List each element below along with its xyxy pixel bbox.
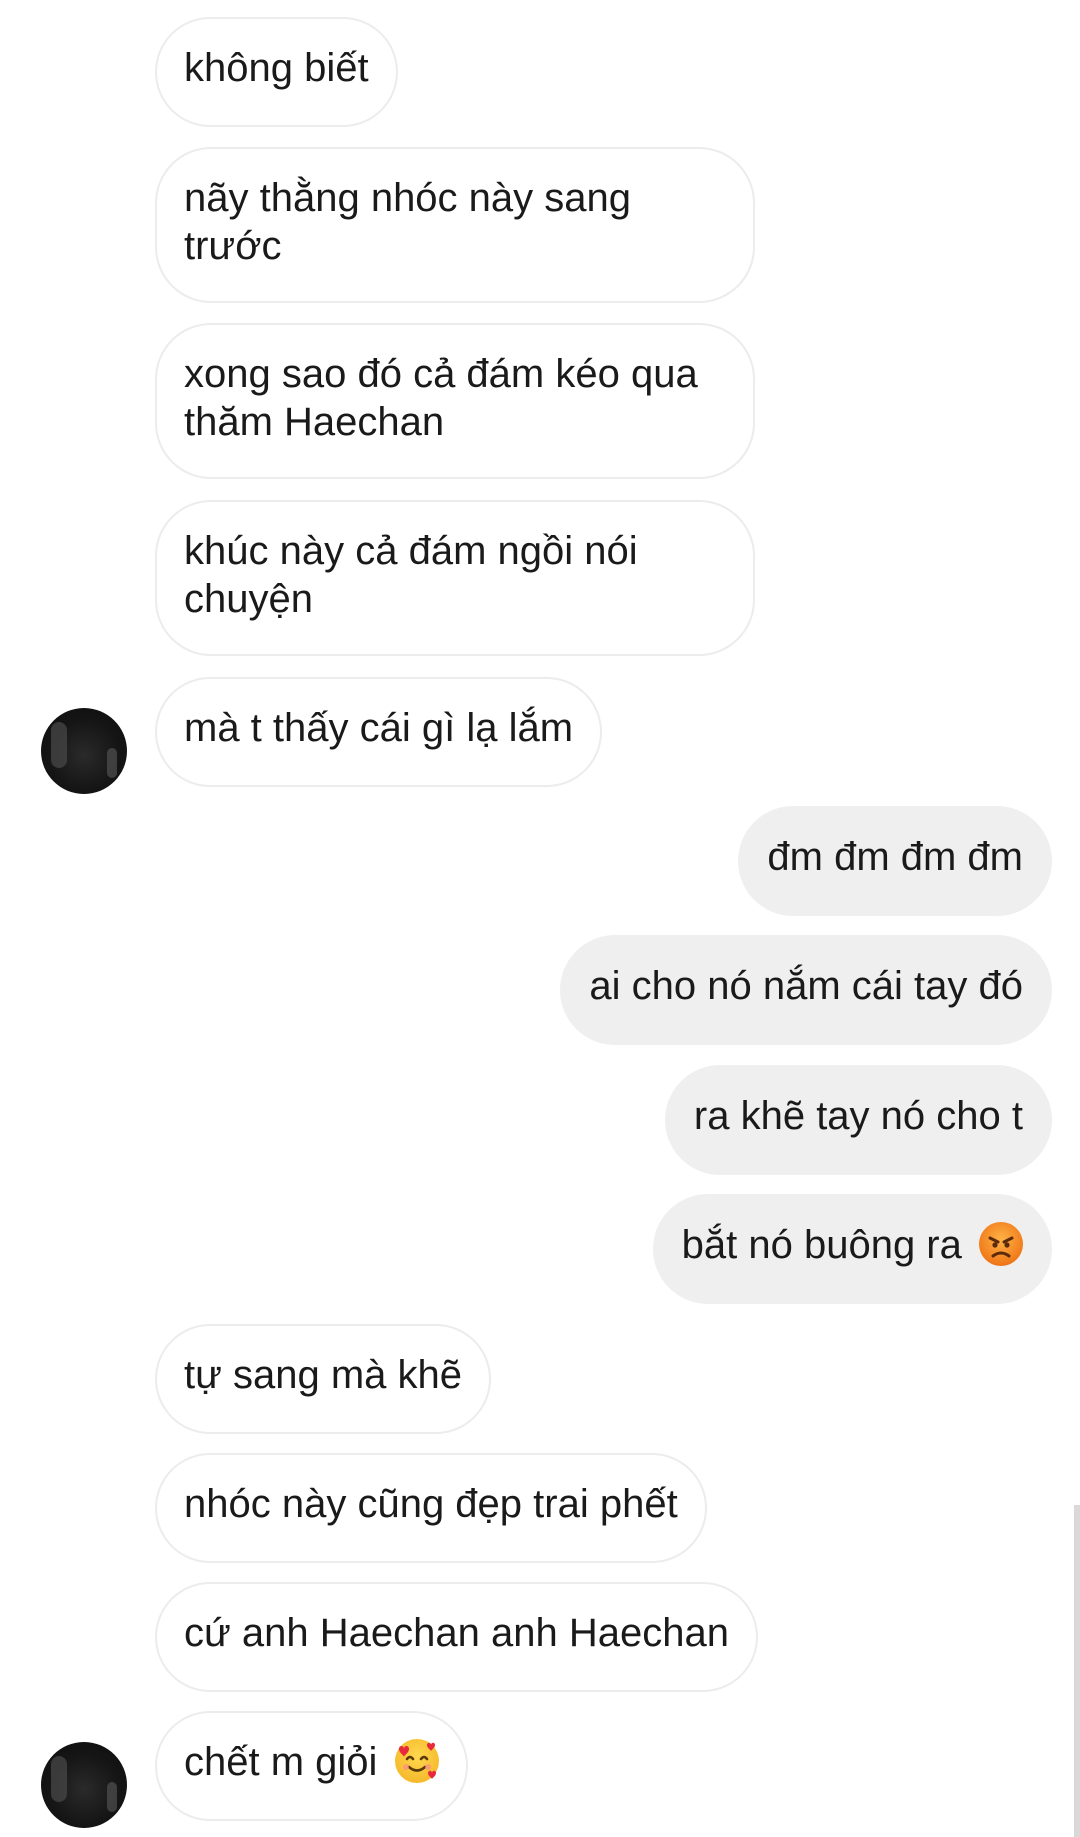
incoming-message[interactable]: nhóc này cũng đẹp trai phết <box>155 1453 707 1563</box>
message-text: nãy thằng nhóc này sang trước <box>184 176 632 268</box>
incoming-message[interactable]: khúc này cả đám ngồi nói chuyện <box>155 500 755 656</box>
message-text: đm đm đm đm <box>767 835 1023 879</box>
message-text: mà t thấy cái gì lạ lắm <box>184 706 574 750</box>
chat-thread: không biết nãy thằng nhóc này sang trước… <box>0 0 1080 1837</box>
message-text: chết m giỏi <box>184 1740 378 1784</box>
incoming-message[interactable]: nãy thằng nhóc này sang trước <box>155 147 755 303</box>
incoming-message[interactable]: chết m giỏi <box>155 1711 468 1821</box>
outgoing-message[interactable]: ra khẽ tay nó cho t <box>664 1065 1052 1175</box>
message-text: ai cho nó nắm cái tay đó <box>589 964 1023 1008</box>
incoming-message[interactable]: mà t thấy cái gì lạ lắm <box>155 677 603 787</box>
incoming-message[interactable]: tự sang mà khẽ <box>155 1324 492 1434</box>
incoming-message[interactable]: không biết <box>155 17 398 127</box>
message-text: ra khẽ tay nó cho t <box>693 1094 1023 1138</box>
smiling-face-with-hearts-emoji <box>394 1739 439 1783</box>
incoming-message[interactable]: xong sao đó cả đám kéo qua thăm Haechan <box>155 323 755 479</box>
sender-avatar[interactable] <box>41 708 127 794</box>
message-text: tự sang mà khẽ <box>184 1353 463 1397</box>
outgoing-message[interactable]: đm đm đm đm <box>738 806 1052 916</box>
outgoing-message[interactable]: ai cho nó nắm cái tay đó <box>560 935 1052 1045</box>
outgoing-message[interactable]: bắt nó buông ra <box>652 1194 1052 1304</box>
message-text: xong sao đó cả đám kéo qua thăm Haechan <box>184 352 698 444</box>
sender-avatar[interactable] <box>41 1742 127 1828</box>
message-text: khúc này cả đám ngồi nói chuyện <box>184 529 638 621</box>
message-text: không biết <box>184 46 369 90</box>
angry-face-emoji <box>979 1222 1023 1266</box>
message-text: bắt nó buông ra <box>681 1223 962 1267</box>
message-text: cứ anh Haechan anh Haechan <box>184 1611 729 1655</box>
incoming-message[interactable]: cứ anh Haechan anh Haechan <box>155 1582 758 1692</box>
message-text: nhóc này cũng đẹp trai phết <box>184 1482 678 1526</box>
scrollbar[interactable] <box>1074 1505 1080 1837</box>
